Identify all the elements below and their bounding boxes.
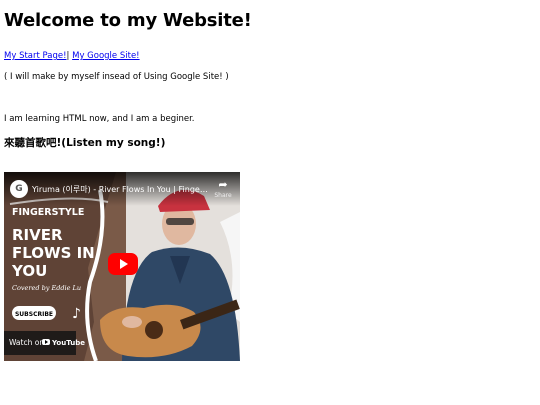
watch-on-label: Watch on	[9, 338, 45, 347]
thumb-flows-in: FLOWS IN	[12, 244, 95, 262]
listen-chinese: 來聽首歌吧!	[4, 137, 62, 149]
youtube-logo-icon	[42, 339, 50, 345]
link-row: My Start Page!| My Google Site!	[4, 50, 140, 62]
link-separator: |	[66, 51, 70, 61]
listen-english: (Listen my song!)	[61, 137, 166, 149]
play-button[interactable]	[108, 253, 138, 275]
channel-avatar[interactable]: G	[10, 180, 28, 198]
music-note-icon: ♪	[72, 306, 81, 322]
thumb-credit: Covered by Eddie Lu	[12, 284, 81, 292]
note-text: ( I will make by myself insead of Using …	[4, 72, 229, 82]
listen-heading: 來聽首歌吧!(Listen my song!)	[4, 136, 165, 150]
share-button[interactable]: ➦ Share	[210, 179, 236, 200]
learning-text: I am learning HTML now, and I am a begin…	[4, 114, 195, 124]
thumb-fingerstyle: FINGERSTYLE	[12, 207, 84, 218]
my-start-page-link[interactable]: My Start Page!	[4, 51, 67, 61]
youtube-embed[interactable]: FINGERSTYLE RIVER FLOWS IN YOU Covered b…	[4, 172, 240, 361]
thumb-you: YOU	[11, 262, 47, 280]
my-google-site-link[interactable]: My Google Site!	[72, 51, 139, 61]
watch-on-youtube-button[interactable]: Watch on YouTube	[4, 331, 85, 355]
page-heading: Welcome to my Website!	[4, 10, 252, 31]
thumb-subscribe: SUBSCRIBE	[15, 311, 53, 318]
share-label: Share	[214, 192, 232, 199]
video-title[interactable]: Yiruma (이루마) - River Flows In You | Fing…	[32, 184, 210, 195]
youtube-wordmark: YouTube	[52, 339, 85, 347]
thumb-river: RIVER	[12, 226, 63, 244]
web-page: Welcome to my Website! My Start Page!| M…	[0, 0, 540, 405]
share-icon: ➦	[218, 178, 228, 191]
